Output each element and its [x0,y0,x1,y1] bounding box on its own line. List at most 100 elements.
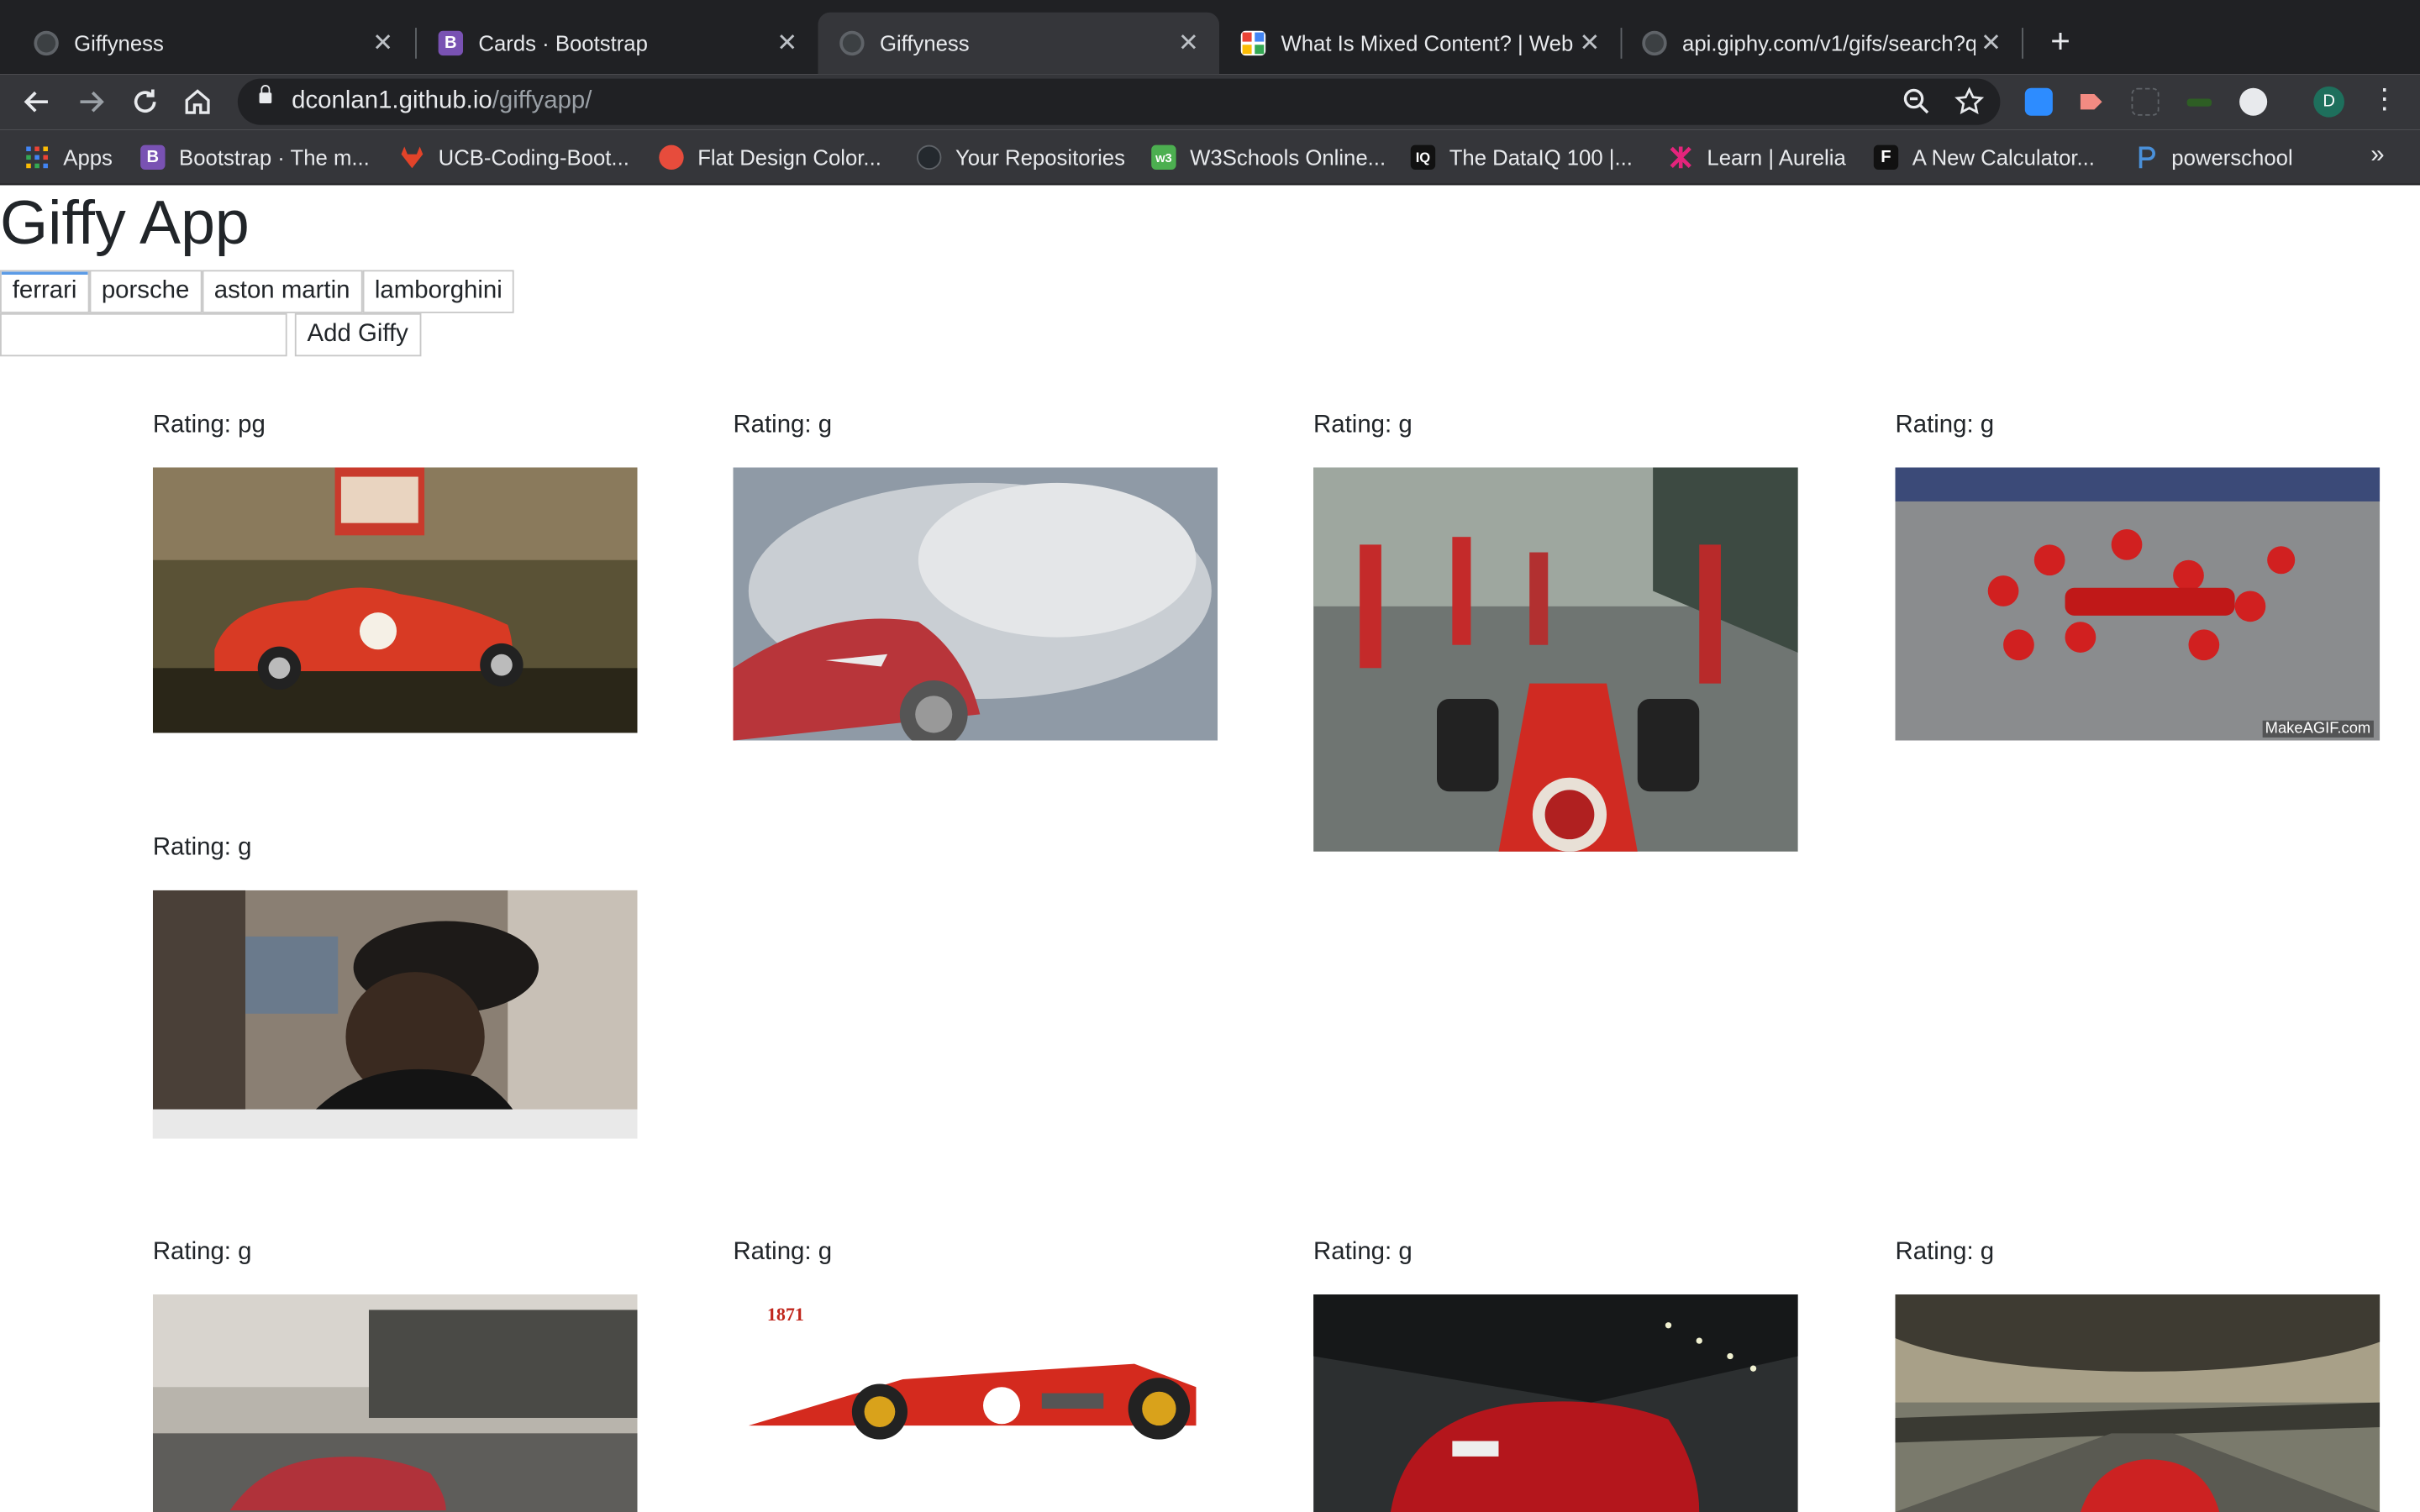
screencast-extension-icon[interactable] [2077,88,2105,116]
gif-watermark: MakeAGIF.com [2261,720,2374,738]
gif-image[interactable] [1313,1294,1798,1512]
gif-rating: Rating: g [733,1238,833,1266]
tab-close-icon[interactable]: ✕ [1975,28,2007,59]
menu-kebab-icon[interactable]: ⋮ [2370,83,2398,116]
tab-separator [2022,28,2023,59]
url-host: dconlan1.github.io [292,87,492,114]
dataiq-icon: IQ [1410,144,1436,171]
bookmark-label: A New Calculator... [1912,144,2095,171]
tab-bootstrap-cards[interactable]: B Cards · Bootstrap ✕ [417,13,818,74]
bookmark-label: Apps [63,144,113,171]
tab-close-icon[interactable]: ✕ [1574,28,1605,59]
globe-icon [839,30,865,56]
bookmark-label: UCB-Coding-Boot... [438,144,629,171]
tab-title: Giffyness [879,30,970,56]
new-topic-input[interactable] [0,312,287,357]
globe-icon [34,30,59,56]
green-extension-icon[interactable] [2186,88,2213,116]
lock-icon [259,85,272,104]
bookmark-calculator[interactable]: F A New Calculator... [1873,142,2095,173]
bookmark-w3schools[interactable]: w3 W3Schools Online... [1151,142,1386,173]
screenshot-extension-icon[interactable] [2131,87,2160,116]
gif-image[interactable] [152,890,638,1139]
forward-arrow-icon[interactable] [72,83,109,120]
powerschool-icon [2133,145,2157,170]
bookmark-label: Bootstrap · The m... [179,144,370,171]
bookmark-bootstrap[interactable]: B Bootstrap · The m... [140,142,370,173]
gif-image[interactable] [152,1294,638,1512]
gif-image[interactable]: 1871 [733,1294,1218,1512]
tab-title: Giffyness [74,30,164,56]
bookmark-label: Flat Design Color... [697,144,881,171]
bookmark-apps[interactable]: Apps [24,142,113,173]
tab-giffyness-active[interactable]: Giffyness ✕ [818,12,1220,75]
gif-rating: Rating: g [152,834,252,861]
new-tab-button[interactable]: + [2040,22,2081,62]
tab-close-icon[interactable]: ✕ [1173,28,1204,59]
bookmark-github[interactable]: Your Repositories [917,142,1125,173]
bookmark-label: powerschool [2171,144,2293,171]
bootstrap-icon: B [140,144,166,171]
gif-image[interactable] [1313,467,1798,852]
gif-image[interactable] [733,467,1218,741]
apps-grid-icon [24,145,49,170]
gif-image[interactable] [1895,1294,2381,1512]
gif-rating: Rating: pg [152,412,266,438]
bookmark-powerschool[interactable]: powerschool [2133,142,2293,173]
github-icon [917,144,942,171]
bookmark-flat-design[interactable]: Flat Design Color... [659,142,881,173]
bootstrap-icon: B [438,30,464,56]
flatuicolors-icon [659,144,684,171]
url-text: dconlan1.github.io/giffyapp/ [292,88,592,116]
bookmarks-bar: Apps B Bootstrap · The m... UCB-Coding-B… [0,129,2420,186]
page-content: Giffy App ferrari porsche aston martin l… [0,186,2420,1512]
reload-icon[interactable] [127,83,164,120]
url-path: /giffyapp/ [492,87,592,114]
bookmark-aurelia[interactable]: Learn | Aurelia [1669,142,1846,173]
tab-giphy-api[interactable]: api.giphy.com/v1/gifs/search?q ✕ [1621,13,2023,74]
tab-mixed-content[interactable]: What Is Mixed Content? | Web ✕ [1219,13,1621,74]
gif-rating: Rating: g [152,1238,252,1266]
gif-image[interactable] [152,467,638,733]
browser-toolbar: dconlan1.github.io/giffyapp/ D ⋮ [0,74,2420,130]
add-topic-form: Add Giffy [0,312,421,357]
home-icon[interactable] [179,83,216,120]
gif-caption: 1871 [766,1304,804,1326]
topic-button-aston-martin[interactable]: aston martin [202,270,363,313]
add-giffy-button[interactable]: Add Giffy [294,312,421,357]
bookmark-ucb-coding[interactable]: UCB-Coding-Boot... [400,142,629,173]
profile-extension-icon[interactable] [2239,87,2268,116]
topic-button-ferrari[interactable]: ferrari [0,270,90,313]
bookmarks-overflow-button[interactable]: » [2370,142,2384,170]
gif-rating: Rating: g [1313,1238,1413,1266]
tab-title: What Is Mixed Content? | Web [1281,30,1574,56]
globe-icon [1642,30,1667,56]
topic-button-porsche[interactable]: porsche [89,270,203,313]
w3schools-icon: w3 [1151,144,1176,171]
bookmark-dataiq[interactable]: IQ The DataIQ 100 |... [1410,142,1633,173]
bookmark-label: Learn | Aurelia [1707,144,1846,171]
tab-close-icon[interactable]: ✕ [367,28,398,59]
address-bar[interactable]: dconlan1.github.io/giffyapp/ [237,78,2001,125]
gif-image[interactable]: MakeAGIF.com [1895,467,2381,741]
gif-rating: Rating: g [733,412,833,438]
bookmark-label: Your Repositories [955,144,1125,171]
aurelia-icon [1669,145,1693,170]
gif-rating: Rating: g [1313,412,1413,438]
tab-close-icon[interactable]: ✕ [771,28,802,59]
bookmark-star-icon[interactable] [1954,87,1985,118]
gif-rating: Rating: g [1895,412,1995,438]
gif-rating: Rating: g [1895,1238,1995,1266]
back-arrow-icon[interactable] [18,83,55,120]
tab-giffyness-1[interactable]: Giffyness ✕ [13,13,414,74]
zoom-extension-icon[interactable] [2024,87,2053,116]
topic-button-lamborghini[interactable]: lamborghini [362,270,515,313]
tab-strip: Giffyness ✕ B Cards · Bootstrap ✕ Giffyn… [0,0,2420,75]
tab-title: Cards · Bootstrap [478,30,648,56]
f-icon: F [1873,144,1899,171]
mdn-icon [1240,30,1266,56]
zoom-icon[interactable] [1902,87,1933,118]
bookmark-label: W3Schools Online... [1190,144,1386,171]
profile-avatar[interactable]: D [2313,86,2345,118]
page-title: Giffy App [0,189,250,258]
